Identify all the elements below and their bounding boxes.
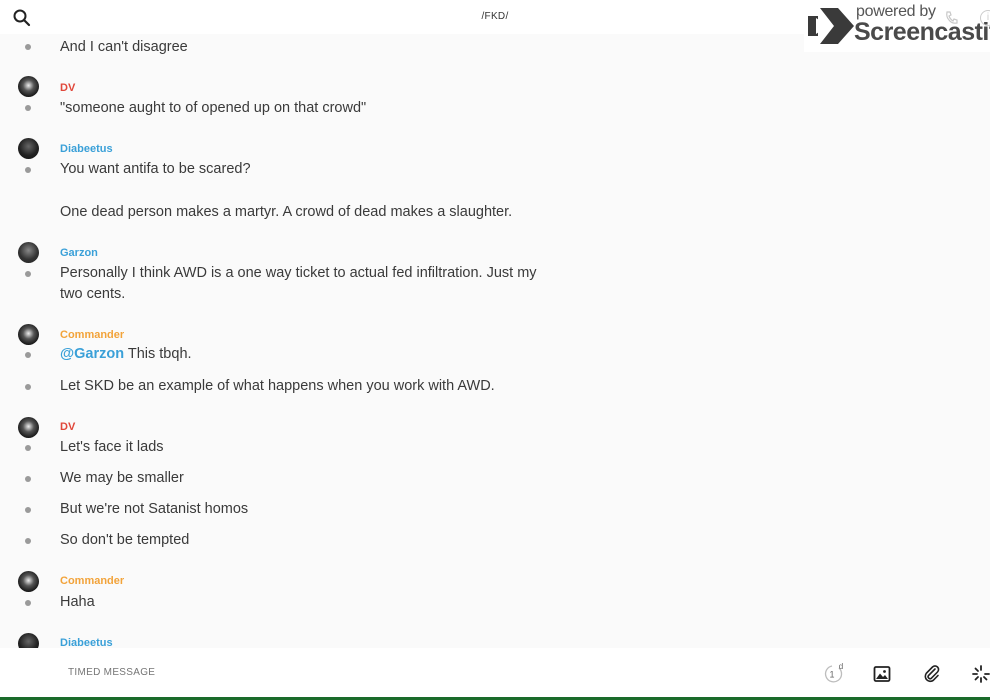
- paperclip-icon[interactable]: [922, 664, 942, 684]
- author-name[interactable]: Garzon: [60, 247, 98, 259]
- message-bullet: [25, 384, 31, 390]
- message-bullet: [25, 44, 31, 50]
- message-text: Personally I think AWD is a one way tick…: [60, 265, 537, 302]
- timer-unit: d: [839, 662, 843, 671]
- message-bullet: [25, 105, 31, 111]
- author-name[interactable]: DV: [60, 421, 75, 433]
- message-list: And I can't disagree DV "someone aught t…: [0, 34, 990, 648]
- sparkle-icon[interactable]: [971, 664, 990, 684]
- message-bullet: [25, 271, 31, 277]
- timer-value: 1: [829, 670, 834, 680]
- avatar[interactable]: [18, 242, 39, 263]
- message-text: And I can't disagree: [60, 39, 188, 55]
- image-icon[interactable]: [872, 664, 892, 684]
- author-name[interactable]: Diabeetus: [60, 637, 113, 648]
- mention-link[interactable]: @Garzon: [60, 346, 124, 362]
- avatar[interactable]: [18, 571, 39, 592]
- author-name[interactable]: Commander: [60, 575, 124, 587]
- message-text: "someone aught to of opened up on that c…: [60, 100, 367, 116]
- author-name[interactable]: Commander: [60, 329, 124, 341]
- timer-icon[interactable]: 1 d: [822, 662, 846, 686]
- message-bullet: [25, 600, 31, 606]
- info-icon[interactable]: i: [980, 10, 990, 26]
- composer-bar: 1 d: [0, 648, 990, 700]
- message-bullet: [25, 445, 31, 451]
- message-text: Let's face it lads: [60, 439, 164, 455]
- author-name[interactable]: DV: [60, 82, 75, 94]
- message-input[interactable]: [68, 667, 368, 678]
- message-text: Let SKD be an example of what happens wh…: [60, 378, 495, 394]
- author-name[interactable]: Diabeetus: [60, 143, 113, 155]
- avatar[interactable]: [18, 138, 39, 159]
- message-text: Haha: [60, 594, 95, 610]
- message-bullet: [25, 538, 31, 544]
- message-text-body: This tbqh.: [124, 346, 192, 362]
- message-bullet: [25, 167, 31, 173]
- message-text: You want antifa to be scared?: [60, 161, 251, 177]
- avatar[interactable]: [18, 417, 39, 438]
- message-text: We may be smaller: [60, 470, 184, 486]
- avatar[interactable]: [18, 76, 39, 97]
- message-text: One dead person makes a martyr. A crowd …: [60, 204, 513, 220]
- message-text: But we're not Satanist homos: [60, 501, 249, 517]
- phone-icon[interactable]: [944, 10, 960, 26]
- message-text: @Garzon This tbqh.: [60, 344, 560, 365]
- message-bullet: [25, 476, 31, 482]
- avatar[interactable]: [18, 324, 39, 345]
- message-bullet: [25, 352, 31, 358]
- message-text: So don't be tempted: [60, 532, 190, 548]
- avatar[interactable]: [18, 633, 39, 648]
- message-bullet: [25, 507, 31, 513]
